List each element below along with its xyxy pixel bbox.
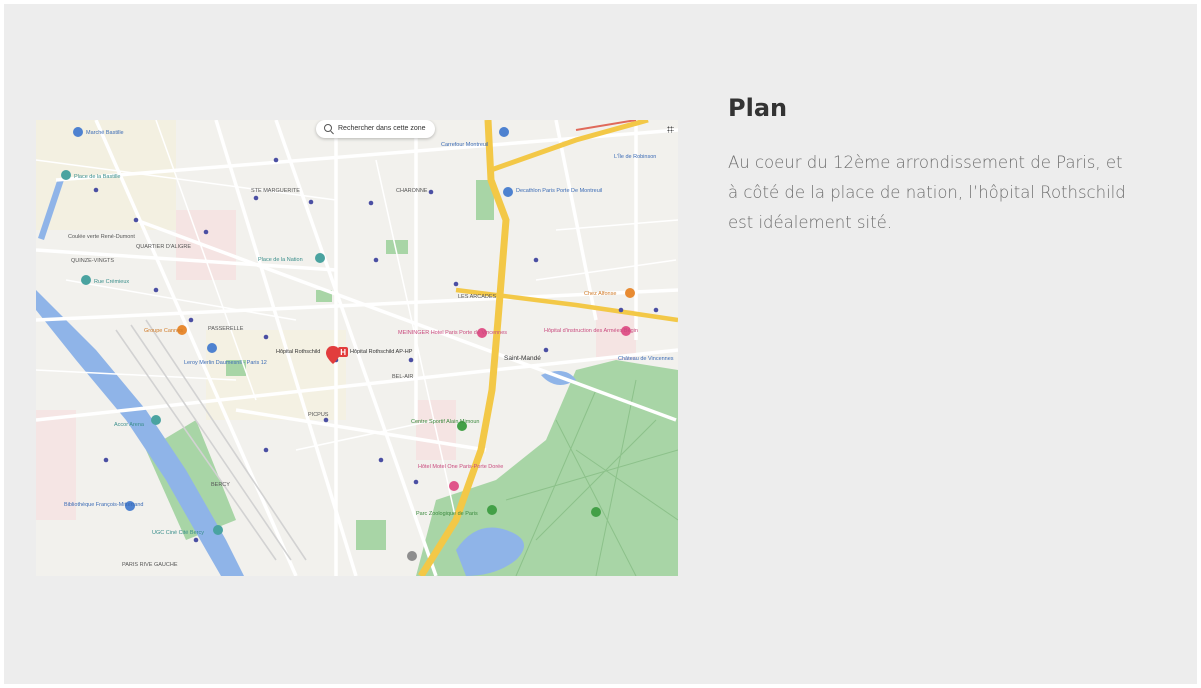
map-label: Hôpital d'instruction des Armées Bégin [544, 328, 638, 334]
poi-pin-orange [625, 288, 635, 298]
map-label: UGC Ciné Cité Bercy [152, 530, 204, 536]
map-label: Château de Vincennes [618, 356, 674, 362]
map-label: Groupe Cannes [144, 328, 183, 334]
plan-text-block: Plan Au coeur du 12ème arrondissement de… [728, 94, 1198, 238]
map-image[interactable]: H Marché Bastille Place de la Bastille S… [36, 120, 678, 576]
section-description: Au coeur du 12ème arrondissement de Pari… [728, 148, 1198, 238]
poi-pin-teal [213, 525, 223, 535]
search-this-area-label: Rechercher dans cette zone [338, 125, 426, 132]
map-label: Accor Arena [114, 422, 145, 428]
description-line: Au coeur du 12ème arrondissement de Pari… [728, 153, 1123, 172]
map-label: QUARTIER D'ALIGRE [136, 244, 191, 250]
apps-grid-icon[interactable] [667, 126, 674, 133]
map-label: Saint-Mandé [504, 355, 541, 362]
map-label: Hôpital Rothschild [276, 349, 320, 355]
poi-pin-teal [61, 170, 71, 180]
district-area [596, 310, 636, 360]
poi-pin-blue [503, 187, 513, 197]
search-icon [324, 124, 332, 132]
map-label: Parc Zoologique de Paris [416, 511, 478, 517]
map-label: Leroy Merlin Daumesnil - Paris 12 [184, 360, 267, 366]
poi-pin-gray [407, 551, 417, 561]
map-label: Hôtel Motel One Paris-Porte Dorée [418, 464, 503, 470]
green-spot [356, 520, 386, 550]
map-label: Chez Alfonse [584, 291, 616, 297]
map-label: MEININGER Hotel Paris Porte de Vincennes [398, 330, 507, 336]
svg-text:H: H [340, 348, 346, 357]
map-label: Coulée verte René-Dumont [68, 234, 135, 240]
section-title: Plan [728, 94, 788, 122]
poi-pin-teal [151, 415, 161, 425]
plan-section: H Marché Bastille Place de la Bastille S… [4, 4, 1197, 684]
map-label: PASSERELLE [208, 326, 244, 332]
map-label: BERCY [211, 482, 230, 488]
map-canvas[interactable]: H Marché Bastille Place de la Bastille S… [36, 120, 678, 576]
poi-pin-blue [499, 127, 509, 137]
map-label: Place de la Bastille [74, 174, 120, 180]
map-label: LES ARCADES [458, 294, 497, 300]
map-label: PICPUS [308, 412, 329, 418]
description-line: est idéalement sité. [728, 213, 892, 232]
poi-pin-green [591, 507, 601, 517]
poi-pin-teal [81, 275, 91, 285]
map-label: Bibliothèque François-Mitterrand [64, 502, 143, 508]
map-label: Carrefour Montreuil [441, 142, 488, 148]
map-label: Centre Sportif Alain Mimoun [411, 419, 479, 425]
map-label: Decathlon Paris Porte De Montreuil [516, 188, 602, 194]
poi-pin-pink [449, 481, 459, 491]
description-line: à côté de la place de nation, l’hôpital … [728, 183, 1126, 202]
map-label: PARIS RIVE GAUCHE [122, 562, 178, 568]
poi-pin-blue [207, 343, 217, 353]
poi-pin-blue [73, 127, 83, 137]
map-label: Rue Crémieux [94, 279, 129, 285]
map-label: Place de la Nation [258, 257, 303, 263]
map-label: Hôpital Rothschild AP-HP [350, 349, 413, 355]
map-label: L'Île de Robinson [614, 153, 656, 160]
map-label: QUINZE-VINGTS [71, 258, 114, 264]
search-this-area-button[interactable]: Rechercher dans cette zone [316, 120, 435, 138]
map-label: BEL-AIR [392, 374, 413, 380]
poi-pin-green [487, 505, 497, 515]
map-label: CHARONNE [396, 188, 428, 194]
map-label: STE MARGUERITE [251, 188, 300, 194]
map-label: Marché Bastille [86, 130, 124, 136]
poi-pin-teal [315, 253, 325, 263]
